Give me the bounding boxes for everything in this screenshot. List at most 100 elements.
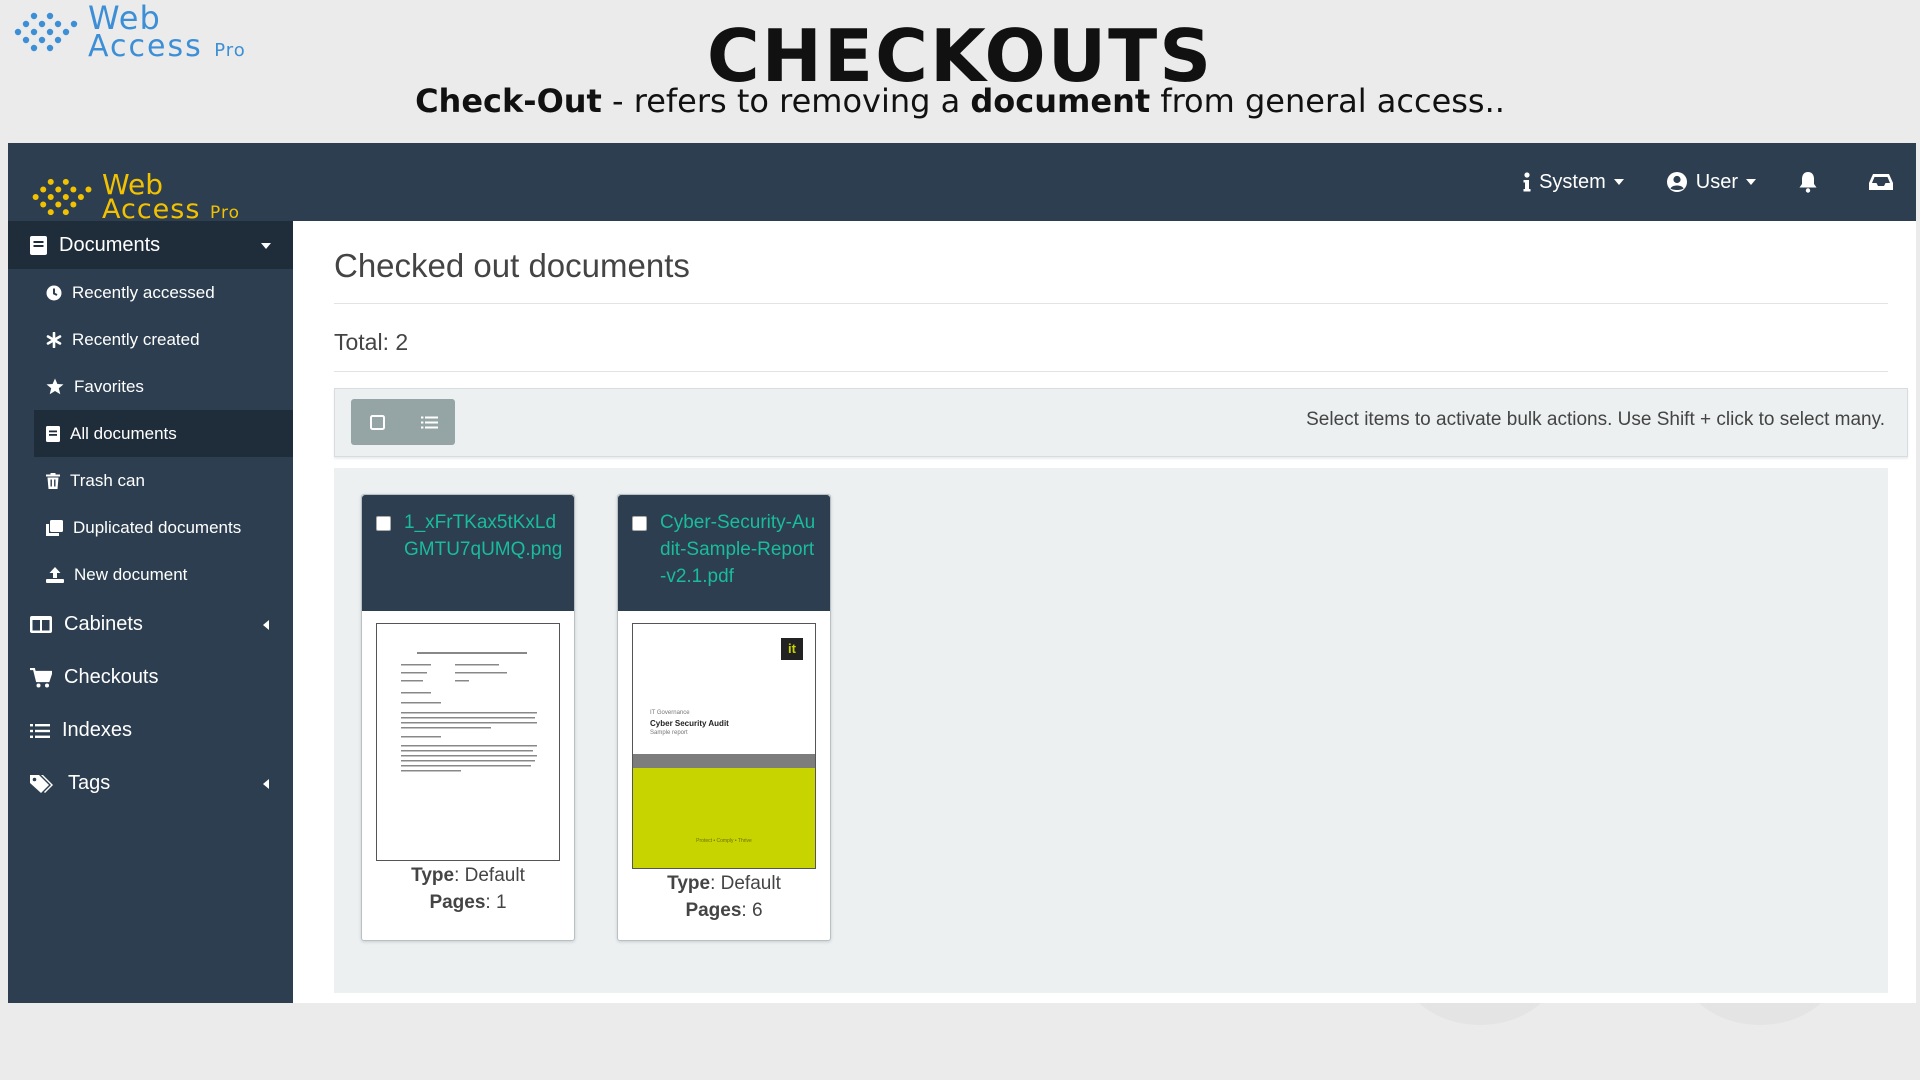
sidebar-item-checkouts[interactable]: Checkouts <box>8 651 293 704</box>
notifications-button[interactable] <box>1798 171 1826 193</box>
report-band <box>633 754 815 768</box>
square-icon <box>369 414 385 430</box>
page-title: Checked out documents <box>334 247 690 284</box>
chevron-down-icon <box>261 243 271 249</box>
system-menu[interactable]: System <box>1523 171 1624 194</box>
top-nav: System User <box>1481 143 1902 221</box>
type-label: Type <box>667 873 711 894</box>
document-link[interactable]: Cyber-Security-Audit-Sample-Report-v2.1.… <box>660 509 820 590</box>
subtitle-text-1: - refers to removing a <box>601 82 971 120</box>
copy-icon <box>46 519 63 536</box>
document-card[interactable]: Cyber-Security-Audit-Sample-Report-v2.1.… <box>617 494 831 941</box>
sidebar-item-label: Trash can <box>70 470 145 490</box>
columns-icon <box>30 616 52 633</box>
app-window: Web Access Pro System User Documents Rec… <box>8 143 1916 1003</box>
report-kicker: IT Governance <box>650 710 690 716</box>
bulk-actions-hint: Select items to activate bulk actions. U… <box>1306 409 1885 430</box>
info-icon <box>1523 172 1531 192</box>
sidebar-item-label: Indexes <box>62 719 133 741</box>
inbox-button[interactable] <box>1868 172 1902 192</box>
pages-value: 1 <box>495 892 507 913</box>
divider <box>334 371 1888 372</box>
document-icon <box>46 425 60 442</box>
subtitle-text-2: from general access.. <box>1150 82 1505 120</box>
type-value: Default <box>464 865 525 886</box>
sidebar-item-label: Cabinets <box>64 613 143 635</box>
main-content: Checked out documents Total: 2 Select it… <box>293 221 1916 1003</box>
pages-value: 6 <box>751 900 763 921</box>
bell-icon <box>1799 172 1817 193</box>
sidebar-item-label: Checkouts <box>64 666 159 688</box>
sidebar-item-recently-accessed[interactable]: Recently accessed <box>8 269 293 316</box>
pages-label: Pages <box>685 900 742 921</box>
app-logo[interactable]: Web Access Pro <box>30 171 241 223</box>
app-logo-line2: Access <box>102 193 201 225</box>
user-circle-icon <box>1666 172 1687 192</box>
star-icon <box>46 378 64 395</box>
card-header: Cyber-Security-Audit-Sample-Report-v2.1.… <box>618 495 830 611</box>
sidebar-item-recently-created[interactable]: Recently created <box>8 316 293 363</box>
document-card[interactable]: 1_xFrTKax5tKxLdGMTU7qUMQ.png Type: Defau… <box>361 494 575 941</box>
sidebar-item-cabinets[interactable]: Cabinets <box>8 598 293 651</box>
sidebar-item-label: Favorites <box>74 376 144 396</box>
app-logo-pro: Pro <box>210 202 241 223</box>
trash-icon <box>46 472 60 489</box>
list-icon <box>30 723 50 738</box>
top-navbar: Web Access Pro System User <box>8 143 1916 223</box>
sidebar-item-favorites[interactable]: Favorites <box>8 363 293 410</box>
inbox-icon <box>1869 174 1893 190</box>
chevron-left-icon <box>263 778 269 789</box>
logo-dots-icon <box>32 179 92 216</box>
cart-icon <box>30 667 52 687</box>
sidebar-item-label: Recently created <box>72 329 200 349</box>
sidebar-item-label: All documents <box>70 423 177 443</box>
sidebar-item-documents[interactable]: Documents <box>8 221 293 269</box>
total-count: Total: 2 <box>334 329 409 355</box>
select-checkbox[interactable] <box>376 516 391 531</box>
system-menu-label: System <box>1539 170 1606 193</box>
sidebar-item-all-documents[interactable]: All documents <box>34 410 293 457</box>
documents-grid: 1_xFrTKax5tKxLdGMTU7qUMQ.png Type: Defau… <box>334 468 1888 993</box>
type-label: Type <box>411 865 455 886</box>
chevron-down-icon <box>1613 179 1624 185</box>
upload-icon <box>46 566 64 583</box>
sidebar-item-new-document[interactable]: New document <box>8 551 293 598</box>
report-cover-block: Protect • Comply • Thrive <box>633 768 815 868</box>
sidebar-item-label: Duplicated documents <box>73 517 242 537</box>
grid-view-button[interactable] <box>351 399 403 445</box>
user-menu[interactable]: User <box>1666 171 1756 194</box>
document-link[interactable]: 1_xFrTKax5tKxLdGMTU7qUMQ.png <box>404 509 564 563</box>
document-thumbnail[interactable] <box>376 623 560 861</box>
view-mode-toggle <box>351 399 455 445</box>
subtitle-document: document <box>970 82 1151 120</box>
report-footer: Protect • Comply • Thrive <box>696 838 752 844</box>
report-subtitle: Sample report <box>650 730 688 736</box>
tags-icon <box>30 774 53 793</box>
chevron-down-icon <box>1746 179 1756 185</box>
sidebar-item-tags[interactable]: Tags <box>8 757 293 810</box>
text-page-preview <box>401 652 537 772</box>
sidebar: Documents Recently accessed Recently cre… <box>8 221 293 1003</box>
slide-subtitle: Check-Out - refers to removing a documen… <box>0 82 1920 120</box>
chevron-left-icon <box>263 619 269 630</box>
pages-label: Pages <box>429 892 486 913</box>
clock-icon <box>46 285 62 300</box>
sidebar-item-label: Recently accessed <box>72 282 215 302</box>
type-value: Default <box>720 873 781 894</box>
user-menu-label: User <box>1695 170 1738 193</box>
document-thumbnail[interactable]: it IT Governance Cyber Security Audit Sa… <box>632 623 816 869</box>
select-checkbox[interactable] <box>632 516 647 531</box>
sidebar-item-trash-can[interactable]: Trash can <box>8 457 293 504</box>
divider <box>334 303 1888 304</box>
list-view-button[interactable] <box>403 399 455 445</box>
card-header: 1_xFrTKax5tKxLdGMTU7qUMQ.png <box>362 495 574 611</box>
sidebar-item-indexes[interactable]: Indexes <box>8 704 293 757</box>
bulk-actions-toolbar: Select items to activate bulk actions. U… <box>334 388 1908 457</box>
subtitle-term: Check-Out <box>415 82 602 120</box>
sidebar-item-duplicated-documents[interactable]: Duplicated documents <box>8 504 293 551</box>
document-meta: Type: Default Pages: 6 <box>667 873 781 921</box>
document-icon <box>30 235 47 255</box>
sidebar-item-label: Tags <box>68 772 111 794</box>
sidebar-item-label: New document <box>74 564 188 584</box>
report-badge: it <box>781 638 803 660</box>
